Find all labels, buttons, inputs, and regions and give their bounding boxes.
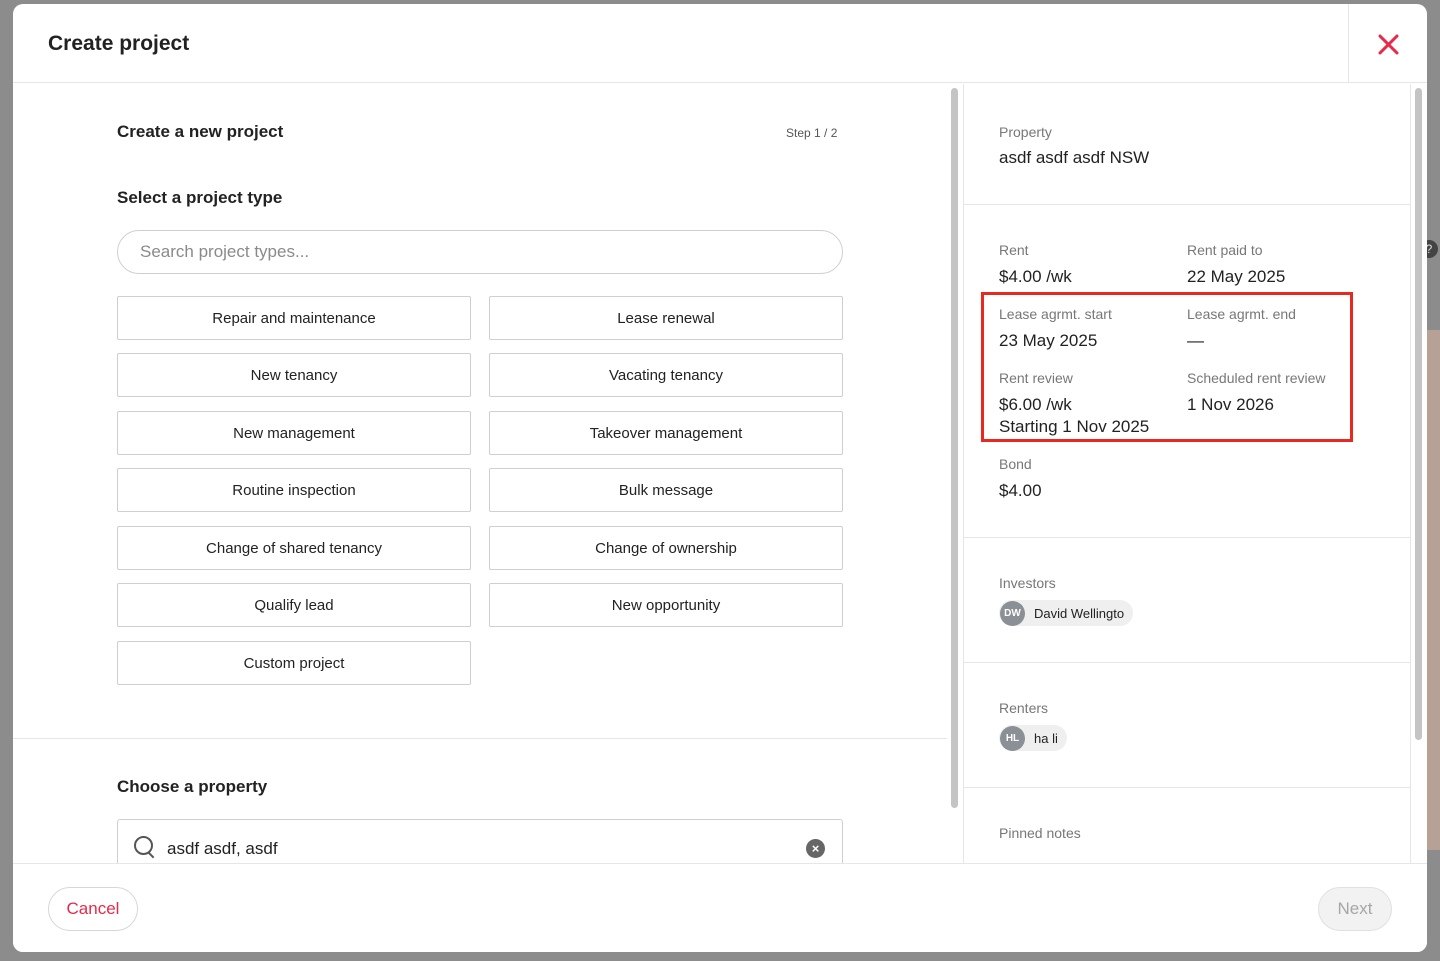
property-search-input[interactable]: asdf asdf, asdf × xyxy=(117,819,843,863)
bond-value: $4.00 xyxy=(999,481,1042,500)
scrollbar-track xyxy=(1410,84,1411,863)
background-strip xyxy=(1426,330,1440,850)
investor-name: David Wellingto xyxy=(1034,605,1125,621)
close-button[interactable] xyxy=(1348,4,1427,83)
next-button[interactable]: Next xyxy=(1318,887,1392,931)
rent-label: Rent xyxy=(999,242,1029,258)
project-type-button[interactable]: Vacating tenancy xyxy=(489,353,843,397)
avatar: HL xyxy=(1000,725,1025,751)
pinned-notes-label: Pinned notes xyxy=(999,825,1081,841)
clear-icon[interactable]: × xyxy=(806,839,825,858)
property-summary-pane[interactable]: Property asdf asdf asdf NSW Rent $4.00 /… xyxy=(964,84,1410,863)
divider xyxy=(964,204,1410,205)
rent-paid-label: Rent paid to xyxy=(1187,242,1263,258)
section-divider xyxy=(13,738,947,739)
investor-chip[interactable]: DW David Wellingto xyxy=(999,600,1134,626)
project-type-button[interactable]: New management xyxy=(117,411,471,455)
property-label: Property xyxy=(999,124,1052,140)
project-type-button[interactable]: Takeover management xyxy=(489,411,843,455)
renters-label: Renters xyxy=(999,700,1049,716)
renter-name: ha li xyxy=(1034,730,1058,746)
step-indicator: Step 1 / 2 xyxy=(786,126,838,140)
investors-label: Investors xyxy=(999,575,1056,591)
divider xyxy=(964,537,1410,538)
project-type-button[interactable]: Qualify lead xyxy=(117,583,471,627)
modal-footer: Cancel Next xyxy=(13,863,1427,952)
divider xyxy=(964,787,1410,788)
divider xyxy=(964,662,1410,663)
project-type-button[interactable]: Change of ownership xyxy=(489,526,843,570)
left-pane[interactable]: Create a new project Step 1 / 2 Select a… xyxy=(13,84,947,863)
bond-label: Bond xyxy=(999,456,1032,472)
close-icon xyxy=(1377,33,1399,55)
avatar: DW xyxy=(1000,600,1025,626)
project-type-button[interactable]: Routine inspection xyxy=(117,468,471,512)
property-value: asdf asdf asdf NSW xyxy=(999,148,1150,167)
create-heading: Create a new project xyxy=(117,122,284,141)
property-search-value: asdf asdf, asdf xyxy=(167,839,278,858)
project-type-button[interactable]: Custom project xyxy=(117,641,471,685)
choose-property-heading: Choose a property xyxy=(117,777,268,796)
project-type-button[interactable]: Lease renewal xyxy=(489,296,843,340)
project-type-button[interactable]: New tenancy xyxy=(117,353,471,397)
modal-header: Create project xyxy=(13,4,1427,83)
right-scrollbar[interactable] xyxy=(1415,88,1422,740)
create-project-modal: Create project Create a new project Step… xyxy=(13,4,1427,952)
project-type-button[interactable]: Bulk message xyxy=(489,468,843,512)
project-type-button[interactable]: New opportunity xyxy=(489,583,843,627)
left-scrollbar[interactable] xyxy=(951,88,958,808)
project-type-search-input[interactable] xyxy=(117,230,843,274)
modal-title: Create project xyxy=(48,32,190,55)
rent-paid-value: 22 May 2025 xyxy=(1187,267,1286,286)
cancel-button[interactable]: Cancel xyxy=(48,887,138,931)
renter-chip[interactable]: HL ha li xyxy=(999,725,1067,751)
highlight-box xyxy=(981,292,1353,442)
project-type-heading: Select a project type xyxy=(117,188,283,207)
rent-value: $4.00 /wk xyxy=(999,267,1072,286)
project-type-button[interactable]: Change of shared tenancy xyxy=(117,526,471,570)
project-type-button[interactable]: Repair and maintenance xyxy=(117,296,471,340)
search-icon xyxy=(134,836,154,856)
